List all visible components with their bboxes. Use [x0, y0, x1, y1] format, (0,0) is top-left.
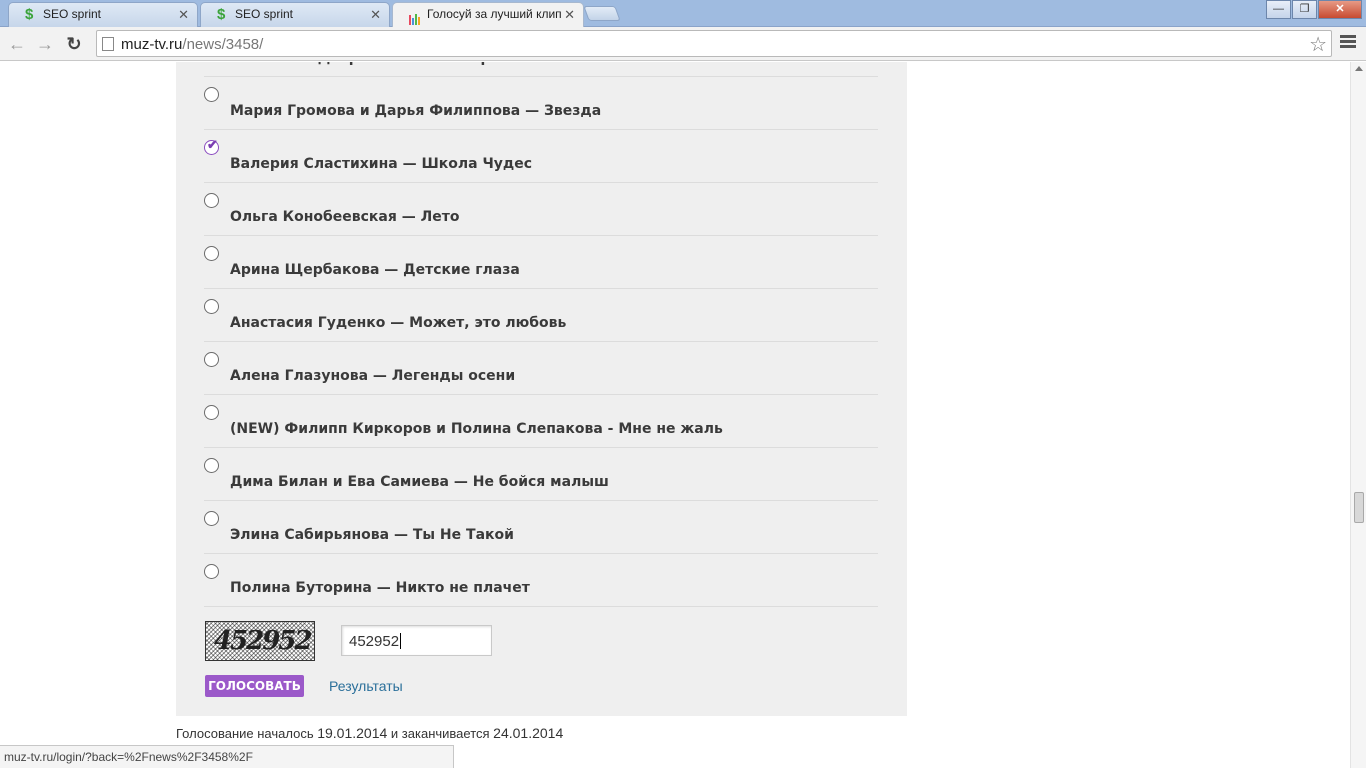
- back-arrow-icon[interactable]: ←: [6, 33, 28, 55]
- poll-option[interactable]: Анастасия Дворянская — Так просто: [204, 62, 878, 77]
- poll-form: Анастасия Дворянская — Так просто Мария Г…: [176, 62, 907, 716]
- address-bar[interactable]: muz-tv.ru/news/3458/ ☆: [96, 30, 1332, 57]
- poll-option[interactable]: Арина Щербакова — Детские глаза: [204, 236, 878, 289]
- poll-option[interactable]: Элина Сабирьянова — Ты Не Такой: [204, 501, 878, 554]
- poll-option-label: (NEW) Филипп Киркоров и Полина Слепакова…: [230, 421, 723, 437]
- poll-option-label: Дима Билан и Ева Самиева — Не бойся малы…: [230, 474, 609, 490]
- vertical-scrollbar[interactable]: [1350, 62, 1366, 768]
- radio-button[interactable]: [204, 193, 219, 208]
- url-text[interactable]: muz-tv.ru/news/3458/: [121, 36, 263, 53]
- poll-option[interactable]: Валерия Сластихина — Школа Чудес: [204, 130, 878, 183]
- minimize-button[interactable]: —: [1266, 0, 1291, 19]
- poll-option[interactable]: Мария Громова и Дарья Филиппова — Звезда: [204, 77, 878, 130]
- captcha-input[interactable]: 452952: [341, 625, 492, 656]
- restore-button[interactable]: ❐: [1292, 0, 1317, 19]
- poll-option[interactable]: Ольга Конобеевская — Лето: [204, 183, 878, 236]
- vote-button[interactable]: ГОЛОСОВАТЬ: [205, 675, 304, 697]
- poll-option-label: Валерия Сластихина — Школа Чудес: [230, 156, 532, 172]
- scroll-up-arrow-icon[interactable]: [1355, 66, 1363, 71]
- scrollbar-thumb[interactable]: [1354, 492, 1364, 523]
- radio-button[interactable]: [204, 564, 219, 579]
- muz-tv-icon: [409, 9, 423, 25]
- poll-dates: Голосование началось 19.01.2014 и заканч…: [176, 725, 564, 741]
- tab-title: Голосуй за лучший клип: [427, 7, 562, 21]
- poll-option[interactable]: (NEW) Филипп Киркоров и Полина Слепакова…: [204, 395, 878, 448]
- browser-toolbar: ← → ↻ muz-tv.ru/news/3458/ ☆: [0, 27, 1366, 61]
- poll-option-label: Элина Сабирьянова — Ты Не Такой: [230, 527, 514, 543]
- page-icon: [102, 37, 114, 51]
- radio-button[interactable]: [204, 352, 219, 367]
- tab-title: SEO sprint: [235, 7, 294, 21]
- radio-button[interactable]: [204, 511, 219, 526]
- poll-option[interactable]: Полина Буторина — Никто не плачет: [204, 554, 878, 607]
- radio-button[interactable]: [204, 299, 219, 314]
- seo-sprint-icon: $: [217, 6, 226, 23]
- poll-option[interactable]: Анастасия Гуденко — Может, это любовь: [204, 289, 878, 342]
- close-icon[interactable]: ✕: [178, 7, 189, 23]
- radio-button[interactable]: [204, 246, 219, 261]
- poll-option[interactable]: Алена Глазунова — Легенды осени: [204, 342, 878, 395]
- tab-title: SEO sprint: [43, 7, 102, 21]
- poll-option[interactable]: Дима Билан и Ева Самиева — Не бойся малы…: [204, 448, 878, 501]
- radio-button[interactable]: [204, 405, 219, 420]
- poll-option-label: Анастасия Гуденко — Может, это любовь: [230, 315, 567, 331]
- reload-icon[interactable]: ↻: [63, 33, 85, 55]
- poll-option-label: Анастасия Дворянская — Так просто: [230, 62, 526, 66]
- captcha-image: 452952: [205, 621, 315, 661]
- poll-start-date: 19.01.2014: [317, 725, 388, 741]
- close-icon[interactable]: ✕: [370, 7, 381, 23]
- tab-seo-sprint-1[interactable]: $ SEO sprint ✕: [8, 2, 198, 27]
- window-close-button[interactable]: ✕: [1318, 0, 1362, 19]
- forward-arrow-icon[interactable]: →: [34, 33, 56, 55]
- new-tab-button[interactable]: [583, 6, 621, 21]
- radio-button[interactable]: [204, 458, 219, 473]
- page-viewport: Анастасия Дворянская — Так просто Мария Г…: [0, 62, 1350, 768]
- tab-strip: $ SEO sprint ✕ $ SEO sprint ✕ Голосуй за…: [0, 0, 1366, 28]
- radio-button-checked[interactable]: [204, 137, 219, 155]
- poll-option-label: Полина Буторина — Никто не плачет: [230, 580, 530, 596]
- bookmark-star-icon[interactable]: ☆: [1309, 32, 1327, 57]
- close-icon[interactable]: ✕: [564, 7, 575, 23]
- poll-option-label: Арина Щербакова — Детские глаза: [230, 262, 520, 278]
- tab-seo-sprint-2[interactable]: $ SEO sprint ✕: [200, 2, 390, 27]
- tab-muz-tv[interactable]: Голосуй за лучший клип ✕: [392, 2, 584, 28]
- radio-button[interactable]: [204, 87, 219, 102]
- status-url: muz-tv.ru/login/?back=%2Fnews%2F3458%2F: [0, 745, 454, 768]
- poll-end-date: 24.01.2014: [493, 725, 564, 741]
- poll-option-label: Мария Громова и Дарья Филиппова — Звезда: [230, 103, 602, 119]
- results-link[interactable]: Результаты: [329, 678, 403, 694]
- poll-option-label: Ольга Конобеевская — Лето: [230, 209, 460, 225]
- seo-sprint-icon: $: [25, 6, 34, 23]
- chrome-menu-icon[interactable]: [1340, 35, 1356, 51]
- poll-option-label: Алена Глазунова — Легенды осени: [230, 368, 516, 384]
